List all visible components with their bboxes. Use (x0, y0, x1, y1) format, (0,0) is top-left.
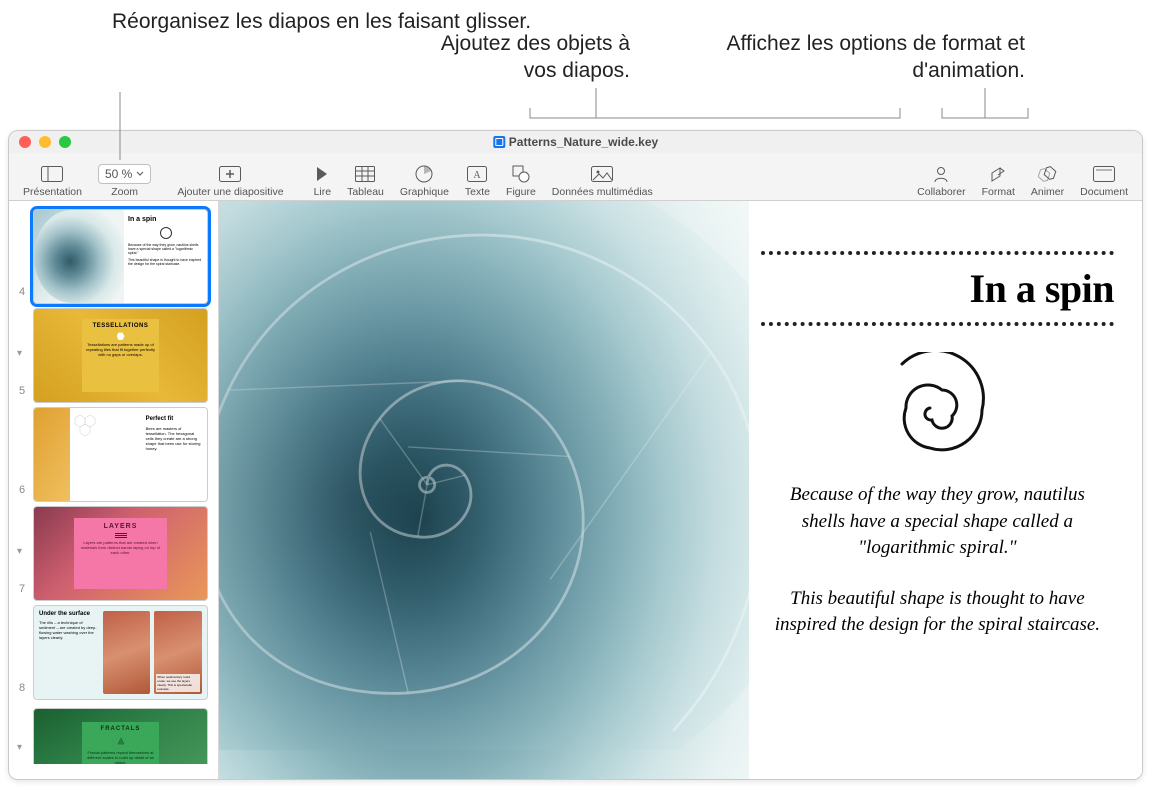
main-body: 4 In a spin Because of the way they grow… (9, 201, 1142, 779)
slide-number: 7 (19, 583, 25, 595)
chart-label: Graphique (400, 186, 449, 198)
text-label: Texte (465, 186, 490, 198)
document-button[interactable]: Document (1074, 154, 1134, 198)
annotation-callouts: Réorganisez les diapos en les faisant gl… (0, 0, 1151, 136)
add-slide-button[interactable]: Ajouter une diapositive (171, 154, 289, 198)
toolbar: Présentation 50 % Zoom Ajouter une diapo… (9, 153, 1142, 201)
close-window-button[interactable] (19, 136, 31, 148)
document-icon (493, 136, 505, 148)
collaborate-button[interactable]: Collaborer (911, 154, 971, 198)
animate-label: Animer (1031, 186, 1064, 198)
slide-number: 5 (19, 385, 25, 397)
slide-thumbnail-4[interactable]: In a spin Because of the way they grow, … (33, 209, 208, 304)
add-slide-label: Ajouter une diapositive (177, 186, 283, 198)
callout-format-options: Affichez les options de format et d'anim… (710, 30, 1025, 85)
shape-icon (512, 164, 530, 184)
slide-thumbnail-5[interactable]: TESSELLATIONSTessellations are patterns … (33, 308, 208, 403)
media-icon (591, 164, 613, 184)
slide-number: 4 (19, 286, 25, 298)
disclosure-triangle[interactable]: ▾ (17, 348, 22, 359)
disclosure-triangle[interactable]: ▾ (17, 742, 22, 753)
slide-paragraph-2: This beautiful shape is thought to have … (761, 586, 1114, 639)
minimize-window-button[interactable] (39, 136, 51, 148)
play-label: Lire (314, 186, 332, 198)
table-label: Tableau (347, 186, 384, 198)
format-icon (989, 164, 1007, 184)
slide-thumbnail-9[interactable]: FRACTALS Fractal patterns repeat themsel… (33, 708, 208, 764)
app-window: Patterns_Nature_wide.key Présentation 50… (8, 130, 1143, 780)
disclosure-triangle[interactable]: ▾ (17, 546, 22, 557)
view-label: Présentation (23, 186, 82, 198)
slide-number: 6 (19, 484, 25, 496)
dotted-rule-bottom (761, 322, 1114, 326)
slide-thumbnail-6[interactable]: Perfect fitBees are masters of tessellat… (33, 407, 208, 502)
callout-add-objects: Ajoutez des objets à vos diapos. (410, 30, 630, 85)
media-label: Données multimédias (552, 186, 653, 198)
slide-navigator[interactable]: 4 In a spin Because of the way they grow… (9, 201, 219, 779)
format-label: Format (982, 186, 1015, 198)
table-icon (355, 164, 375, 184)
document-icon (1093, 164, 1115, 184)
play-button[interactable]: Lire (308, 154, 338, 198)
view-button[interactable]: Présentation (17, 154, 88, 198)
slide-image-nautilus (219, 201, 749, 779)
text-icon: A (467, 164, 487, 184)
chevron-down-icon (136, 171, 144, 177)
chart-button[interactable]: Graphique (394, 154, 455, 198)
zoom-label: Zoom (111, 186, 138, 198)
zoom-value: 50 % (105, 167, 132, 181)
shape-label: Figure (506, 186, 536, 198)
slide-title: In a spin (761, 265, 1114, 312)
slide-paragraph-1: Because of the way they grow, nautilus s… (761, 482, 1114, 562)
shape-button[interactable]: Figure (500, 154, 542, 198)
slide-canvas[interactable]: In a spin Because of the way they grow, … (219, 201, 1142, 779)
nautilus-shell-graphic (219, 201, 749, 750)
window-controls (19, 136, 71, 148)
animate-icon (1038, 164, 1058, 184)
collaborate-label: Collaborer (917, 186, 965, 198)
chart-icon (415, 164, 433, 184)
window-title-text: Patterns_Nature_wide.key (509, 135, 658, 149)
slide-thumbnail-7[interactable]: LAYERSLayers are patterns that are creat… (33, 506, 208, 601)
zoom-dropdown[interactable]: 50 % (98, 164, 151, 184)
format-button[interactable]: Format (976, 154, 1021, 198)
window-title: Patterns_Nature_wide.key (493, 135, 658, 149)
fullscreen-window-button[interactable] (59, 136, 71, 148)
zoom-control[interactable]: 50 % Zoom (92, 154, 157, 198)
animate-button[interactable]: Animer (1025, 154, 1070, 198)
media-button[interactable]: Données multimédias (546, 154, 659, 198)
table-button[interactable]: Tableau (341, 154, 390, 198)
collaborate-icon (932, 164, 950, 184)
svg-text:A: A (474, 170, 482, 181)
slide-text-area: In a spin Because of the way they grow, … (749, 201, 1142, 779)
slide-content: In a spin Because of the way they grow, … (219, 201, 1142, 779)
plus-icon (219, 164, 241, 184)
text-button[interactable]: A Texte (459, 154, 496, 198)
slide-number: 8 (19, 682, 25, 694)
play-icon (315, 164, 329, 184)
view-icon (41, 164, 63, 184)
slide-thumbnail-8[interactable]: Under the surfaceThe rills – a technique… (33, 605, 208, 700)
spiral-graphic (761, 352, 1114, 452)
document-label: Document (1080, 186, 1128, 198)
dotted-rule-top (761, 251, 1114, 255)
